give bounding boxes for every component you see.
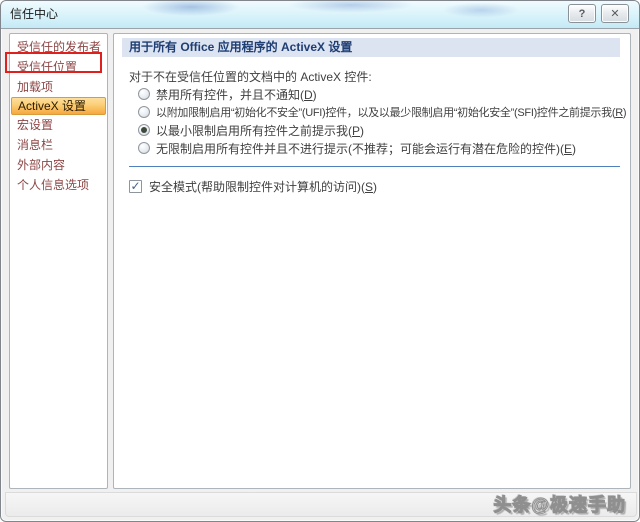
sidebar-item-macro-settings[interactable]: 宏设置 — [10, 115, 107, 135]
radio-prompt-ufi-sfi-controls[interactable]: 以附加限制启用“初始化不安全”(UFI)控件，以及以最少限制启用“初始化安全”(… — [138, 103, 630, 121]
options-group-label: 对于不在受信任位置的文档中的 ActiveX 控件: — [129, 70, 372, 84]
radio-button-icon — [138, 88, 150, 100]
sidebar-item-addins[interactable]: 加载项 — [10, 77, 107, 97]
radio-enable-all-no-prompt[interactable]: 无限制启用所有控件并且不进行提示(不推荐；可能会运行有潜在危险的控件)(E) — [138, 139, 630, 157]
checkbox-safe-mode[interactable]: ✓ 安全模式(帮助限制控件对计算机的访问)(S) — [129, 178, 630, 195]
titlebar: 信任中心 ? ✕ — [1, 1, 639, 29]
radio-button-icon — [138, 124, 150, 136]
radio-label: 无限制启用所有控件并且不进行提示(不推荐；可能会运行有潜在危险的控件)(E) — [156, 141, 577, 156]
sidebar-item-trusted-locations[interactable]: 受信任位置 — [10, 57, 107, 77]
main-panel: 用于所有 Office 应用程序的 ActiveX 设置 对于不在受信任位置的文… — [113, 33, 631, 489]
close-icon: ✕ — [610, 8, 620, 20]
radio-button-icon — [138, 142, 150, 154]
radio-disable-all-controls[interactable]: 禁用所有控件，并且不通知(D) — [138, 85, 630, 103]
horizontal-divider — [129, 166, 620, 167]
close-button[interactable]: ✕ — [601, 4, 629, 23]
radio-label: 禁用所有控件，并且不通知(D) — [156, 87, 317, 102]
help-icon: ? — [578, 7, 586, 20]
radio-prompt-minimal-restrictions[interactable]: 以最小限制启用所有控件之前提示我(P) — [138, 121, 630, 139]
radio-button-icon — [138, 106, 150, 118]
footer-bar: 头条@极速手助 — [5, 492, 637, 517]
checkbox-label: 安全模式(帮助限制控件对计算机的访问)(S) — [149, 180, 378, 194]
radio-label: 以附加限制启用“初始化不安全”(UFI)控件，以及以最少限制启用“初始化安全”(… — [156, 107, 627, 119]
window-title: 信任中心 — [10, 7, 59, 21]
checkmark-icon: ✓ — [130, 178, 141, 193]
sidebar-item-message-bar[interactable]: 消息栏 — [10, 135, 107, 155]
checkbox-icon: ✓ — [129, 180, 142, 193]
sidebar-item-trusted-publishers[interactable]: 受信任的发布者 — [10, 37, 107, 57]
sidebar-item-external-content[interactable]: 外部内容 — [10, 155, 107, 175]
trust-center-dialog: 信任中心 ? ✕ 受信任的发布者 受信任位置 加载项 ActiveX 设置 宏设… — [0, 0, 640, 522]
sidebar-item-privacy-options[interactable]: 个人信息选项 — [10, 175, 107, 195]
sidebar: 受信任的发布者 受信任位置 加载项 ActiveX 设置 宏设置 消息栏 外部内… — [9, 33, 108, 489]
help-button[interactable]: ? — [568, 4, 596, 23]
sidebar-item-activex-settings[interactable]: ActiveX 设置 — [11, 97, 106, 115]
radio-label: 以最小限制启用所有控件之前提示我(P) — [156, 123, 365, 138]
section-header: 用于所有 Office 应用程序的 ActiveX 设置 — [122, 38, 620, 57]
watermark-text: 头条@极速手助 — [493, 495, 626, 516]
titlebar-buttons: ? ✕ — [568, 4, 629, 23]
